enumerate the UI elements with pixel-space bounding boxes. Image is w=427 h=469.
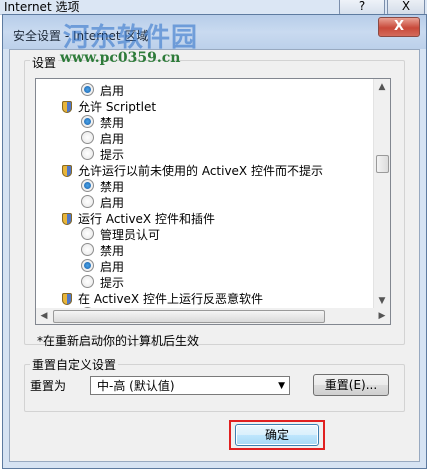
settings-radio-option[interactable]: 启用 — [81, 259, 124, 275]
settings-radio-option[interactable]: 启用 — [81, 195, 124, 211]
radio-unchecked-icon[interactable] — [81, 227, 94, 240]
scroll-right-icon[interactable]: ▶ — [374, 308, 390, 324]
settings-radio-option[interactable]: 禁用 — [81, 179, 124, 195]
dialog-close-button[interactable]: X — [378, 17, 420, 37]
settings-radio-option[interactable]: 禁用 — [81, 115, 124, 131]
settings-row-label: 启用 — [100, 260, 125, 274]
settings-row-label: 启用 — [100, 196, 125, 210]
security-shield-icon — [62, 101, 72, 113]
settings-row-label: 启用 — [100, 132, 125, 146]
settings-rows: 启用 允许 Scriptlet 禁用 启用 提示 允许运行以前未使用的 ActiveX 控… — [36, 79, 373, 309]
scroll-down-icon[interactable]: ▼ — [374, 293, 390, 309]
radio-unchecked-icon[interactable] — [81, 243, 94, 256]
watermark-url: www.pc0359.cn — [60, 50, 181, 66]
settings-row-label: 允许 Scriptlet — [78, 100, 157, 114]
vertical-scrollbar[interactable]: ▲ ▼ — [373, 79, 390, 309]
hscroll-thumb[interactable] — [53, 310, 325, 323]
settings-heading: 运行 ActiveX 控件和插件 — [62, 211, 215, 227]
settings-row-label: 允许运行以前未使用的 ActiveX 控件而不提示 — [78, 164, 323, 178]
reset-level-select[interactable]: 中-高 (默认值) ▼ — [90, 376, 290, 395]
reset-button[interactable]: 重置(E)... — [313, 374, 389, 396]
security-shield-icon — [62, 165, 72, 177]
settings-radio-option[interactable]: 提示 — [81, 147, 124, 163]
settings-heading: 允许 Scriptlet — [62, 99, 156, 115]
radio-unchecked-icon[interactable] — [81, 147, 94, 160]
settings-row-label: 在 ActiveX 控件上运行反恶意软件 — [78, 292, 263, 306]
parent-window-titlebar: Internet 选项 ? X — [0, 0, 427, 16]
chevron-down-icon: ▼ — [278, 381, 285, 391]
settings-row-label: 管理员认可 — [100, 228, 161, 242]
scroll-left-icon[interactable]: ◀ — [36, 308, 52, 324]
scroll-up-icon[interactable]: ▲ — [374, 79, 390, 95]
reset-level-value: 中-高 (默认值) — [97, 379, 175, 393]
radio-unchecked-icon[interactable] — [81, 131, 94, 144]
scroll-thumb[interactable] — [376, 155, 389, 173]
settings-legend: 设置 — [30, 54, 59, 71]
settings-row-label: 提示 — [100, 276, 125, 290]
security-shield-icon — [62, 293, 72, 305]
dialog-titlebar: 安全设置 - Internet 区域 河东软件园 X — [3, 15, 426, 53]
settings-tree-list[interactable]: 启用 允许 Scriptlet 禁用 启用 提示 允许运行以前未使用的 ActiveX 控… — [35, 78, 391, 310]
settings-row-label: 提示 — [100, 148, 125, 162]
settings-heading: 在 ActiveX 控件上运行反恶意软件 — [62, 291, 263, 307]
settings-row-label: 禁用 — [100, 180, 125, 194]
settings-row-label: 运行 ActiveX 控件和插件 — [78, 212, 215, 226]
radio-checked-icon[interactable] — [81, 259, 94, 272]
settings-row-label: 启用 — [100, 84, 125, 98]
radio-unchecked-icon[interactable] — [81, 195, 94, 208]
horizontal-scrollbar[interactable]: ◀ ▶ — [35, 308, 391, 325]
radio-unchecked-icon[interactable] — [81, 275, 94, 288]
settings-radio-option[interactable]: 启用 — [81, 83, 124, 99]
settings-row-label: 禁用 — [100, 244, 125, 258]
reset-to-label: 重置为 — [30, 379, 67, 393]
settings-radio-option[interactable]: 禁用 — [81, 243, 124, 259]
restart-note: *在重新启动你的计算机后生效 — [37, 334, 200, 348]
radio-checked-icon[interactable] — [81, 115, 94, 128]
security-shield-icon — [62, 213, 72, 225]
settings-radio-option[interactable]: 提示 — [81, 275, 124, 291]
radio-checked-icon[interactable] — [81, 83, 94, 96]
settings-radio-option[interactable]: 管理员认可 — [81, 227, 160, 243]
settings-heading: 允许运行以前未使用的 ActiveX 控件而不提示 — [62, 163, 323, 179]
parent-window-title: Internet 选项 — [4, 0, 80, 14]
red-highlight-box — [229, 420, 325, 450]
settings-radio-option[interactable]: 启用 — [81, 131, 124, 147]
radio-checked-icon[interactable] — [81, 179, 94, 192]
settings-row-label: 禁用 — [100, 116, 125, 130]
reset-legend: 重置自定义设置 — [30, 356, 119, 373]
